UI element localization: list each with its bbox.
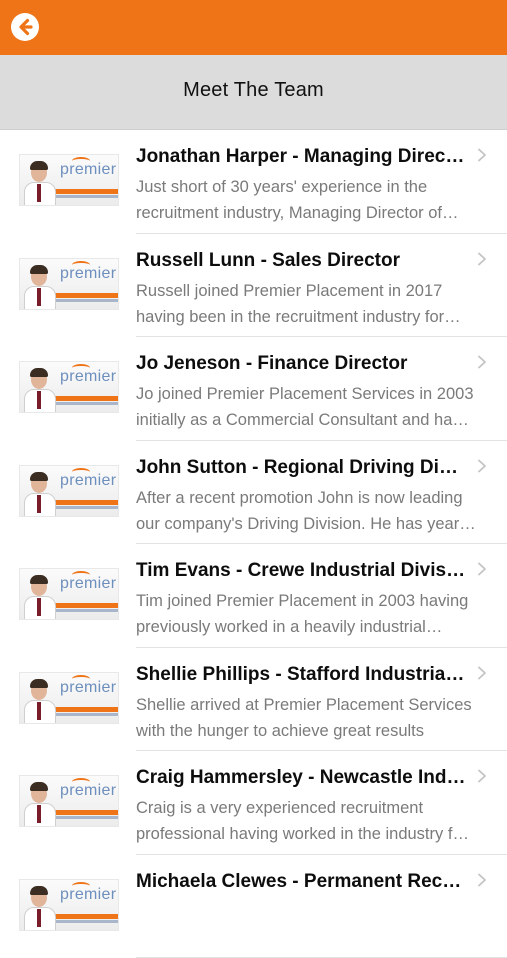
avatar bbox=[24, 573, 54, 619]
member-name: Shellie Phillips - Stafford Industrial M… bbox=[136, 664, 466, 686]
back-button[interactable] bbox=[11, 13, 39, 41]
member-name: Craig Hammersley - Newcastle Industrial … bbox=[136, 767, 466, 789]
chevron-right-icon bbox=[475, 873, 489, 887]
premier-logo: premier bbox=[60, 575, 116, 593]
member-name: Russell Lunn - Sales Director bbox=[136, 250, 466, 272]
list-item[interactable]: premier Jonathan Harper - Managing Direct… bbox=[0, 130, 507, 234]
list-item[interactable]: premier Tim Evans - Crewe Industrial Divi… bbox=[0, 544, 507, 648]
avatar bbox=[24, 780, 54, 826]
premier-logo: premier bbox=[60, 265, 116, 283]
avatar bbox=[24, 470, 54, 516]
member-name: Michaela Clewes - Permanent Recruitment … bbox=[136, 871, 466, 893]
member-name: Jonathan Harper - Managing Director bbox=[136, 146, 466, 168]
list-item[interactable]: premier Jo Jeneson - Finance Director Jo j… bbox=[0, 337, 507, 441]
avatar bbox=[24, 159, 54, 205]
member-name: Jo Jeneson - Finance Director bbox=[136, 353, 466, 375]
member-description: After a recent promotion John is now lea… bbox=[136, 485, 476, 537]
premier-logo: premier bbox=[60, 679, 116, 697]
member-description: Russell joined Premier Placement in 2017… bbox=[136, 278, 476, 330]
page-header: Meet The Team bbox=[0, 55, 507, 130]
premier-logo: premier bbox=[60, 161, 116, 179]
team-member-photo: premier bbox=[19, 465, 119, 517]
team-member-photo: premier bbox=[19, 568, 119, 620]
top-bar bbox=[0, 0, 507, 55]
chevron-right-icon bbox=[475, 666, 489, 680]
member-description: Shellie arrived at Premier Placement Ser… bbox=[136, 692, 476, 744]
premier-logo: premier bbox=[60, 886, 116, 904]
arrow-left-circle-icon bbox=[11, 13, 39, 41]
chevron-right-icon bbox=[475, 769, 489, 783]
list-item[interactable]: premier Michaela Clewes - Permanent Recru… bbox=[0, 855, 507, 958]
team-member-photo: premier bbox=[19, 154, 119, 206]
list-item[interactable]: premier John Sutton - Regional Driving Di… bbox=[0, 441, 507, 545]
avatar bbox=[24, 366, 54, 412]
team-list: premier Jonathan Harper - Managing Direct… bbox=[0, 130, 507, 958]
member-description: Just short of 30 years' experience in th… bbox=[136, 174, 476, 226]
team-member-photo: premier bbox=[19, 672, 119, 724]
avatar bbox=[24, 263, 54, 309]
chevron-right-icon bbox=[475, 562, 489, 576]
list-item[interactable]: premier Shellie Phillips - Stafford Indus… bbox=[0, 648, 507, 752]
chevron-right-icon bbox=[475, 355, 489, 369]
team-member-photo: premier bbox=[19, 775, 119, 827]
chevron-right-icon bbox=[475, 148, 489, 162]
team-member-photo: premier bbox=[19, 258, 119, 310]
member-name: Tim Evans - Crewe Industrial Division Ma… bbox=[136, 560, 466, 582]
page-title: Meet The Team bbox=[0, 79, 507, 102]
avatar bbox=[24, 677, 54, 723]
member-name: John Sutton - Regional Driving Division … bbox=[136, 457, 466, 479]
premier-logo: premier bbox=[60, 782, 116, 800]
member-description: Craig is a very experienced recruitment … bbox=[136, 795, 476, 847]
premier-logo: premier bbox=[60, 472, 116, 490]
list-item[interactable]: premier Craig Hammersley - Newcastle Indu… bbox=[0, 751, 507, 855]
member-description: Jo joined Premier Placement Services in … bbox=[136, 381, 476, 433]
premier-logo: premier bbox=[60, 368, 116, 386]
list-item[interactable]: premier Russell Lunn - Sales Director Russ… bbox=[0, 234, 507, 338]
avatar bbox=[24, 884, 54, 930]
team-member-photo: premier bbox=[19, 361, 119, 413]
member-description: Tim joined Premier Placement in 2003 hav… bbox=[136, 588, 476, 640]
team-member-photo: premier bbox=[19, 879, 119, 931]
chevron-right-icon bbox=[475, 252, 489, 266]
chevron-right-icon bbox=[475, 459, 489, 473]
